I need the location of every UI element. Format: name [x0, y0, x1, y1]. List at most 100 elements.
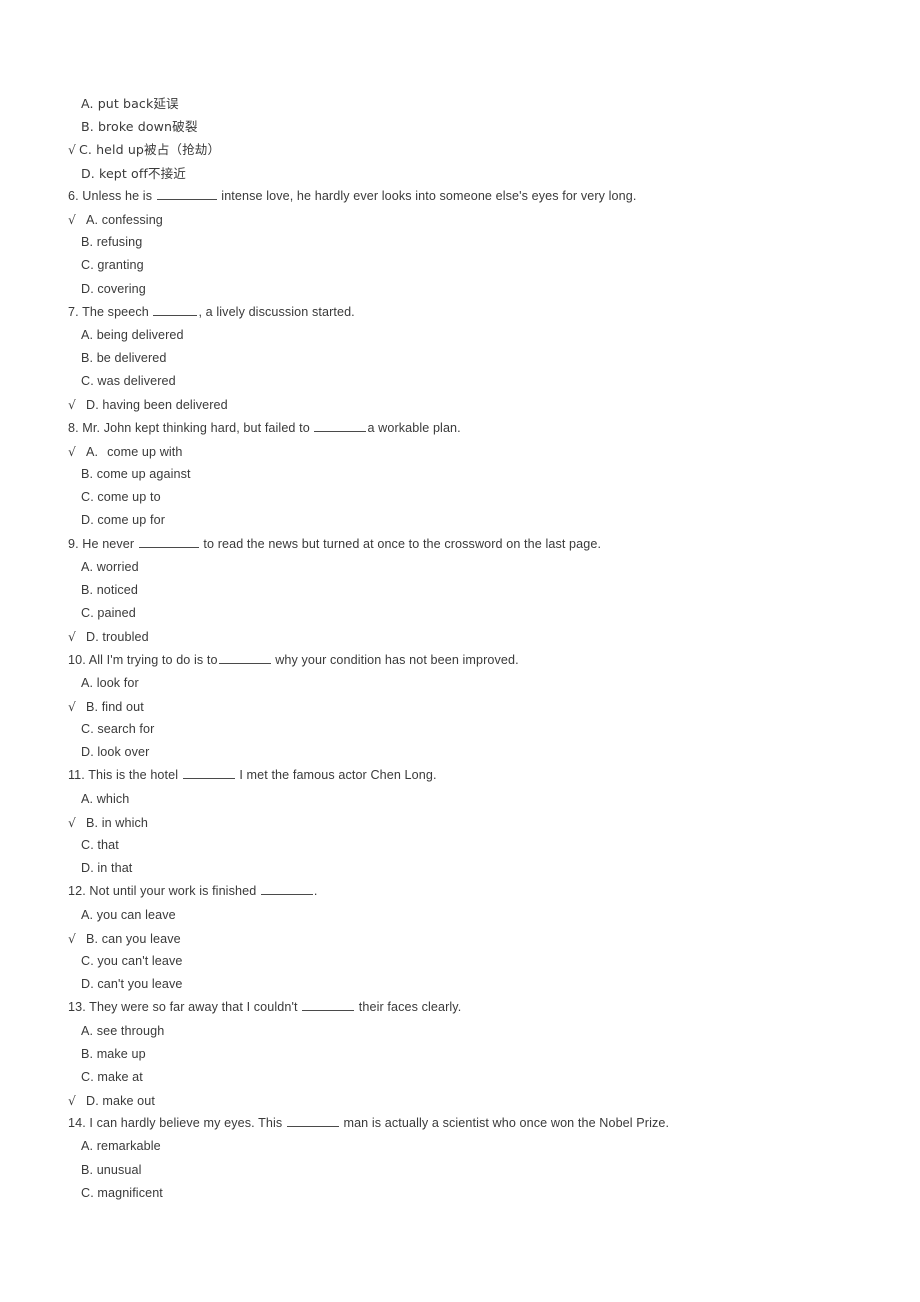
answer-option[interactable]: A. worried [68, 556, 868, 579]
option-label: D. covering [81, 281, 146, 296]
answer-option[interactable]: A. look for [68, 672, 868, 695]
answer-option[interactable]: D. kept off不接近 [68, 162, 868, 185]
answer-option[interactable]: D. can't you leave [68, 973, 868, 996]
option-label: A. which [81, 791, 130, 806]
option-label: B. come up against [81, 467, 191, 481]
answer-option-selected[interactable]: √ D. troubled [68, 625, 868, 648]
exam-question-list: A. put back延误 B. broke down破裂 √ C. held up被… [68, 92, 868, 1205]
option-label-text: come up with [107, 444, 183, 459]
option-label: A. [86, 444, 99, 459]
question-stem: 11. This is the hotel I met the famous a… [68, 764, 868, 787]
answer-option[interactable]: B. make up [68, 1043, 868, 1066]
check-mark-icon: √ [68, 629, 76, 645]
question-stem: 8. Mr. John kept thinking hard, but fail… [68, 417, 868, 440]
option-label: C. you can't leave [81, 953, 183, 968]
check-mark-icon: √ [68, 698, 76, 714]
answer-option[interactable]: D. come up for [68, 509, 868, 532]
answer-option[interactable]: D. covering [68, 278, 868, 301]
option-label: B. find out [86, 699, 144, 714]
answer-option-selected[interactable]: √ A. confessing [68, 208, 868, 231]
answer-option[interactable]: C. come up to [68, 486, 868, 509]
check-mark-icon: √ [68, 814, 76, 830]
option-label: C. magnificent [81, 1185, 163, 1200]
answer-option[interactable]: B. broke down破裂 [68, 115, 868, 138]
question-text: 11. This is the hotel [68, 768, 182, 783]
answer-blank [138, 538, 199, 548]
option-label: C. held up被占（抢劫） [79, 142, 221, 158]
option-label: B. refusing [81, 235, 143, 250]
question-text: 14. I can hardly believe my eyes. This [68, 1116, 286, 1131]
answer-option[interactable]: C. magnificent [68, 1182, 868, 1205]
answer-option[interactable]: C. granting [68, 254, 868, 277]
question-stem: 14. I can hardly believe my eyes. This m… [68, 1112, 868, 1135]
answer-option[interactable]: A. being delivered [68, 324, 868, 347]
option-label: D. come up for [81, 513, 165, 528]
option-label: D. kept off不接近 [81, 165, 186, 181]
answer-option-selected[interactable]: √ D. having been delivered [68, 393, 868, 416]
answer-option-selected[interactable]: √ A. come up with [68, 440, 868, 463]
option-label: C. was delivered [81, 374, 176, 389]
question-text: their faces clearly. [355, 1000, 462, 1015]
option-label: C. come up to [81, 490, 161, 505]
answer-option-selected[interactable]: √ D. make out [68, 1089, 868, 1112]
option-label: D. look over [81, 745, 150, 760]
question-text: , a lively discussion started. [198, 304, 355, 319]
option-label: C. search for [81, 722, 155, 737]
answer-blank [314, 422, 367, 432]
question-text: 13. They were so far away that I couldn'… [68, 1000, 302, 1015]
question-text: a workable plan. [367, 420, 461, 435]
answer-option[interactable]: C. that [68, 834, 868, 857]
answer-option-selected[interactable]: √ B. can you leave [68, 927, 868, 950]
option-label: A. put back延误 [81, 96, 179, 111]
answer-option[interactable]: B. noticed [68, 579, 868, 602]
option-label: C. that [81, 838, 119, 852]
answer-option[interactable]: B. come up against [68, 463, 868, 486]
answer-option[interactable]: C. pained [68, 602, 868, 625]
option-label: A. being delivered [81, 327, 184, 342]
answer-option-selected[interactable]: √ C. held up被占（抢劫） [68, 138, 868, 161]
answer-option[interactable]: D. in that [68, 857, 868, 880]
answer-option[interactable]: C. you can't leave [68, 950, 868, 973]
question-stem: 9. He never to read the news but turned … [68, 533, 868, 556]
answer-option[interactable]: D. look over [68, 741, 868, 764]
answer-option[interactable]: C. search for [68, 718, 868, 741]
document-page: A. put back延误 B. broke down破裂 √ C. held up被… [0, 0, 920, 1302]
check-mark-icon: √ [68, 443, 76, 459]
answer-option[interactable]: A. which [68, 788, 868, 811]
option-label: B. make up [81, 1046, 146, 1061]
question-text: 10. All I'm trying to do is to [68, 652, 218, 667]
check-mark-icon: √ [68, 397, 76, 413]
answer-option[interactable]: A. see through [68, 1020, 868, 1043]
option-label: D. make out [86, 1094, 155, 1109]
question-text: intense love, he hardly ever looks into … [217, 188, 637, 203]
option-label: B. unusual [81, 1162, 142, 1177]
answer-option[interactable]: A. you can leave [68, 904, 868, 927]
check-mark-icon: √ [68, 142, 76, 158]
answer-option[interactable]: A. put back延误 [68, 92, 868, 115]
answer-option[interactable]: B. be delivered [68, 347, 868, 370]
answer-option[interactable]: C. make at [68, 1066, 868, 1089]
answer-blank [218, 654, 271, 664]
answer-option-selected[interactable]: √ B. in which [68, 811, 868, 834]
option-label: C. granting [81, 258, 144, 273]
question-text: 7. The speech [68, 304, 153, 319]
answer-option-selected[interactable]: √ B. find out [68, 695, 868, 718]
answer-option[interactable]: A. remarkable [68, 1135, 868, 1158]
option-label: B. in which [86, 815, 148, 830]
answer-blank [156, 190, 217, 200]
question-text: . [313, 884, 318, 899]
option-label: A. see through [81, 1023, 165, 1038]
option-label: A. you can leave [81, 907, 176, 922]
question-text: 12. Not until your work is finished [68, 884, 260, 899]
option-label: C. make at [81, 1069, 143, 1084]
question-text: to read the news but turned at once to t… [199, 536, 602, 551]
answer-option[interactable]: B. unusual [68, 1159, 868, 1182]
option-label: D. having been delivered [86, 398, 228, 413]
answer-option[interactable]: C. was delivered [68, 370, 868, 393]
option-label: A. worried [81, 559, 139, 574]
option-label: B. be delivered [81, 351, 167, 366]
question-stem: 10. All I'm trying to do is to why your … [68, 649, 868, 672]
answer-option[interactable]: B. refusing [68, 231, 868, 254]
question-text: I met the famous actor Chen Long. [235, 768, 437, 783]
question-stem: 7. The speech , a lively discussion star… [68, 301, 868, 324]
